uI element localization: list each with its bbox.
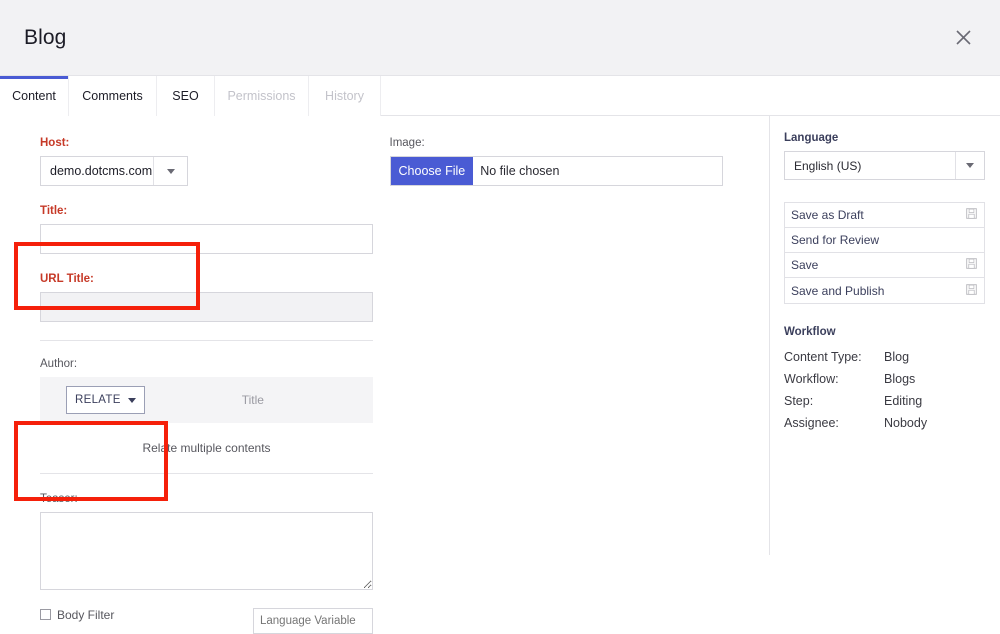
content-form-panel: Host: demo.dotcms.com Title: URL Title: … xyxy=(0,116,770,634)
caret-glyph xyxy=(166,168,175,174)
host-select-value: demo.dotcms.com xyxy=(50,164,153,178)
language-select[interactable]: English (US) xyxy=(784,151,985,180)
tab-label: History xyxy=(325,89,364,103)
url-title-input[interactable] xyxy=(40,292,373,322)
caret-glyph xyxy=(966,163,974,168)
workflow-row-workflow: Workflow: Blogs xyxy=(784,368,985,390)
field-label-image: Image: xyxy=(389,137,425,149)
tab-history: History xyxy=(309,76,381,116)
workflow-row-assignee: Assignee: Nobody xyxy=(784,412,985,434)
language-heading: Language xyxy=(784,132,839,144)
section-divider xyxy=(40,340,373,341)
body-filter-label: Body Filter xyxy=(57,608,115,622)
field-label-host: Host: xyxy=(40,137,70,149)
workflow-row-step: Step: Editing xyxy=(784,390,985,412)
relate-hint-text: Relate multiple contents xyxy=(142,441,271,455)
relate-button-label: RELATE xyxy=(75,394,121,406)
close-glyph xyxy=(955,30,971,45)
save-icon xyxy=(966,258,977,272)
action-label: Save xyxy=(791,258,819,272)
workflow-value: Nobody xyxy=(884,416,928,430)
field-url-title: URL Title: xyxy=(40,272,390,322)
tab-label: Permissions xyxy=(227,89,296,103)
field-image: Image: Choose File No file chosen xyxy=(389,136,769,186)
workflow-value: Editing xyxy=(884,394,923,408)
content-edit-dialog: Blog Content Comments SEO Permissions Hi… xyxy=(0,0,1000,634)
workflow-heading: Workflow xyxy=(784,326,836,338)
title-input[interactable] xyxy=(40,224,373,254)
workflow-key: Workflow: xyxy=(784,372,839,386)
tab-permissions: Permissions xyxy=(215,76,309,116)
field-host: Host: demo.dotcms.com xyxy=(40,136,390,186)
field-label-teaser: Teaser: xyxy=(40,493,78,505)
section-divider xyxy=(40,473,373,474)
tab-bar: Content Comments SEO Permissions History xyxy=(0,76,1000,116)
page-title: Blog xyxy=(24,25,67,49)
dialog-body: Host: demo.dotcms.com Title: URL Title: … xyxy=(0,116,1000,634)
form-column-right: Image: Choose File No file chosen xyxy=(389,136,769,634)
workflow-value: Blogs xyxy=(884,372,916,386)
action-save-and-publish[interactable]: Save and Publish xyxy=(785,278,984,303)
tab-label: Content xyxy=(12,89,56,103)
action-save-as-draft[interactable]: Save as Draft xyxy=(785,203,984,228)
form-column-left: Host: demo.dotcms.com Title: URL Title: … xyxy=(0,136,390,634)
chevron-down-icon[interactable] xyxy=(955,152,984,179)
workflow-key: Step: xyxy=(784,394,814,408)
image-file-input[interactable]: Choose File No file chosen xyxy=(389,156,723,186)
action-save[interactable]: Save xyxy=(785,253,984,278)
action-label: Save as Draft xyxy=(791,208,864,222)
action-send-for-review[interactable]: Send for Review xyxy=(785,228,984,253)
field-label-author: Author: xyxy=(40,358,78,370)
file-status-text: No file chosen xyxy=(480,164,560,178)
cut-off-row: Body Filter xyxy=(40,608,373,634)
choose-file-button[interactable]: Choose File xyxy=(390,157,474,185)
sidebar-panel: Language English (US) Save as Draft Send… xyxy=(770,116,999,555)
save-icon xyxy=(966,208,977,222)
language-variable-input[interactable] xyxy=(253,608,373,634)
author-relate-toolbar: RELATE Title xyxy=(40,377,373,423)
tab-label: SEO xyxy=(172,89,199,103)
tab-seo[interactable]: SEO xyxy=(157,76,215,116)
chevron-down-icon[interactable] xyxy=(153,157,187,185)
close-icon[interactable] xyxy=(946,21,980,55)
tab-label: Comments xyxy=(82,89,143,103)
relate-column-header-title: Title xyxy=(241,393,264,407)
tab-comments[interactable]: Comments xyxy=(69,76,157,116)
field-label-url-title: URL Title: xyxy=(40,273,94,285)
workflow-row-content-type: Content Type: Blog xyxy=(784,346,985,368)
teaser-textarea[interactable] xyxy=(40,512,373,590)
field-title: Title: xyxy=(40,204,390,254)
workflow-value: Blog xyxy=(884,350,910,364)
field-author: Author: RELATE Title Relate multiple con… xyxy=(40,340,390,474)
host-select[interactable]: demo.dotcms.com xyxy=(40,156,188,186)
workflow-key: Content Type: xyxy=(784,350,862,364)
workflow-key: Assignee: xyxy=(784,416,839,430)
dialog-header: Blog xyxy=(0,0,1000,76)
language-select-value: English (US) xyxy=(794,158,862,173)
action-label: Save and Publish xyxy=(791,283,885,298)
workflow-action-list: Save as Draft Send for Review Save Save … xyxy=(784,202,985,304)
tab-content[interactable]: Content xyxy=(0,76,69,116)
save-icon xyxy=(966,283,977,298)
field-teaser: Teaser: xyxy=(40,492,390,590)
field-label-title: Title: xyxy=(40,205,68,217)
action-label: Send for Review xyxy=(791,233,880,247)
body-filter-checkbox[interactable] xyxy=(40,609,51,620)
